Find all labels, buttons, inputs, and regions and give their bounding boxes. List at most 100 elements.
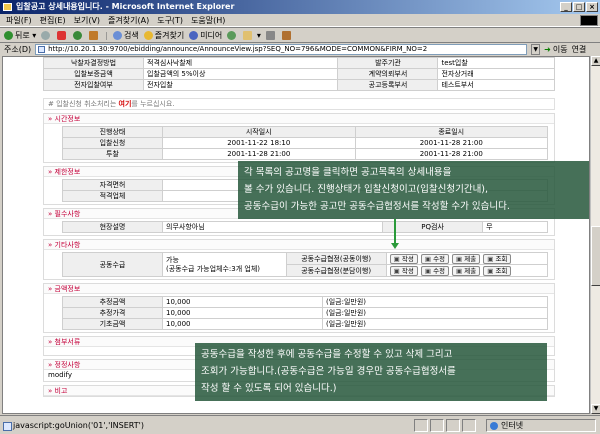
section-title: 기타사항 [44, 240, 554, 250]
status-panel [414, 419, 428, 432]
scroll-up-button[interactable]: ▲ [591, 56, 600, 66]
table-cell: 2001-11-28 21:00 [162, 148, 356, 160]
joint-performance-actions: 작성수정제출조회 [385, 252, 549, 265]
scroll-thumb[interactable] [591, 226, 600, 286]
table-cell: 공고등록부서 [337, 79, 439, 91]
scroll-down-button[interactable]: ▼ [591, 404, 600, 414]
table-cell: 공동수급협정(공동이행) [285, 252, 387, 265]
windows-logo-icon [580, 15, 598, 26]
table-cell: 추정가격 [62, 307, 163, 319]
status-bar: javascript:goUnion('01','INSERT') 인터넷 [0, 415, 600, 434]
home-button[interactable] [89, 30, 100, 40]
table-cell: 2001-11-28 21:00 [354, 148, 548, 160]
refresh-icon [73, 30, 83, 40]
menu-edit[interactable]: 편집(E) [40, 15, 66, 26]
table-row: 현장설명 의무사항아님 PQ검사 무 [62, 221, 548, 233]
vertical-scrollbar[interactable]: ▲ ▼ [590, 56, 600, 414]
edit-icon [281, 30, 291, 40]
toolbar: 뒤로 ▾ | 검색 즐겨찾기 미디어 ▾ [0, 27, 600, 42]
stop-button[interactable] [57, 30, 68, 40]
table-cell: 적격심사낙찰제 [142, 57, 339, 69]
help-callout-consortium-edit: 공동수급을 작성한 후에 공동수급을 수정할 수 있고 삭제 그리고 조회가 가… [195, 343, 547, 401]
view-button[interactable]: 조회 [483, 253, 512, 264]
write-button[interactable]: 작성 [389, 265, 418, 276]
menu-help[interactable]: 도움말(H) [191, 15, 225, 26]
status-panel [446, 419, 460, 432]
write-button[interactable]: 작성 [389, 253, 418, 264]
submit-button[interactable]: 제출 [452, 265, 481, 276]
history-icon [227, 30, 237, 40]
modify-button[interactable]: 수정 [420, 265, 450, 276]
table-cell: (일금:일만원) [322, 307, 548, 319]
table-cell: 전자입찰여부 [43, 79, 144, 91]
cancel-link[interactable]: 여기 [119, 100, 132, 108]
table-cell: 공동수급협정(분담이행) [285, 264, 387, 277]
menu-view[interactable]: 보기(V) [74, 15, 100, 26]
submit-button[interactable]: 제출 [452, 253, 481, 264]
table-cell: 현장설명 [62, 221, 163, 233]
table-cell: 적격업체 [62, 190, 163, 202]
address-dropdown-button[interactable]: ▼ [531, 43, 541, 55]
favorites-button[interactable]: 즐겨찾기 [143, 30, 184, 41]
ie-page-icon [3, 3, 12, 11]
back-arrow-icon [4, 30, 13, 40]
forward-button[interactable] [41, 30, 52, 40]
mail-icon [243, 30, 253, 40]
table-cell: 전자입찰 [142, 79, 339, 91]
table-cell: 전자상거래 [437, 68, 555, 80]
section-title: 금액정보 [44, 284, 554, 294]
consortium-table: 공동수급 가능 (공동수급 가능업체수:3개 업체) 공동수급협정(공동이행) … [62, 252, 549, 277]
history-button[interactable] [227, 30, 238, 40]
menu-favorites[interactable]: 즐겨찾기(A) [108, 15, 149, 26]
table-row: 낙찰자결정방법 적격심사낙찰제 발주기관 test입찰 [43, 57, 555, 69]
menu-bar: 파일(F) 편집(E) 보기(V) 즐겨찾기(A) 도구(T) 도움말(H) [0, 14, 600, 27]
consortium-value-cell: 가능 (공동수급 가능업체수:3개 업체) [162, 252, 287, 277]
table-cell: 발주기관 [337, 57, 439, 69]
internet-zone-indicator: 인터넷 [486, 419, 596, 432]
close-button[interactable]: × [586, 2, 598, 12]
modify-button[interactable]: 수정 [420, 253, 450, 264]
home-icon [89, 30, 99, 40]
table-row: 전자입찰여부 전자입찰 공고등록부서 테스트부서 [43, 79, 555, 91]
links-button[interactable]: 연결 [572, 44, 587, 55]
table-cell: 투찰 [62, 148, 163, 160]
print-button[interactable] [265, 30, 277, 40]
mail-button[interactable]: ▾ [243, 30, 261, 40]
amounts-section: 금액정보 추정금액 10,000 (일금:일만원) 추정가격 10,000 (일… [43, 283, 555, 333]
help-callout-view-details: 각 목록의 공고명을 클릭하면 공고목록의 상세내용을 볼 수가 있습니다. 진… [238, 161, 589, 219]
menu-tools[interactable]: 도구(T) [157, 15, 183, 26]
other-section: 기타사항 공동수급 가능 (공동수급 가능업체수:3개 업체) 공동수급협정(공… [43, 239, 555, 280]
media-button[interactable]: 미디어 [189, 30, 222, 41]
column-header: 진행상태 [62, 126, 163, 138]
address-input[interactable]: http://10.20.1.30:9700/ebidding/announce… [35, 43, 528, 55]
search-icon [113, 30, 122, 40]
table-row: 공동수급 가능 (공동수급 가능업체수:3개 업체) 공동수급협정(공동이행) … [62, 252, 549, 277]
page-viewport: 낙찰자결정방법 적격심사낙찰제 발주기관 test입찰 입찰보증금액 입찰금액의… [2, 56, 590, 414]
table-cell: 2001-11-22 18:10 [162, 137, 356, 149]
search-button[interactable]: 검색 [113, 30, 139, 41]
page-icon [38, 45, 46, 53]
refresh-button[interactable] [73, 30, 84, 40]
toolbar-separator: | [105, 30, 108, 40]
window-titlebar: 입찰공고 상세내용입니다. - Microsoft Internet Explo… [0, 0, 600, 14]
callout-pointer-arrow-icon [391, 219, 399, 249]
maximize-button[interactable]: □ [573, 2, 585, 12]
edit-button[interactable] [281, 30, 293, 40]
menu-file[interactable]: 파일(F) [6, 15, 32, 26]
table-cell: (일금:일만원) [322, 296, 548, 308]
schedule-table: 진행상태 시작일시 종료일시 입찰신청 2001-11-22 18:10 200… [62, 126, 548, 160]
address-url: http://10.20.1.30:9700/ebidding/announce… [48, 44, 428, 53]
go-button[interactable]: ➜ 이동 [544, 44, 567, 55]
table-row: 입찰보증금액 입찰금액의 5%이상 계약의뢰부서 전자상거래 [43, 68, 555, 80]
table-cell: 입찰보증금액 [43, 68, 144, 80]
table-cell: 10,000 [162, 318, 323, 330]
table-cell: 테스트부서 [437, 79, 555, 91]
table-header-row: 진행상태 시작일시 종료일시 [62, 126, 548, 138]
stop-icon [57, 30, 67, 40]
media-icon [189, 30, 199, 40]
table-row: 입찰신청 2001-11-22 18:10 2001-11-28 21:00 [62, 137, 548, 149]
minimize-button[interactable]: _ [560, 2, 572, 12]
table-cell: 10,000 [162, 296, 323, 308]
view-button[interactable]: 조회 [483, 265, 512, 276]
back-button[interactable]: 뒤로 ▾ [4, 30, 36, 41]
